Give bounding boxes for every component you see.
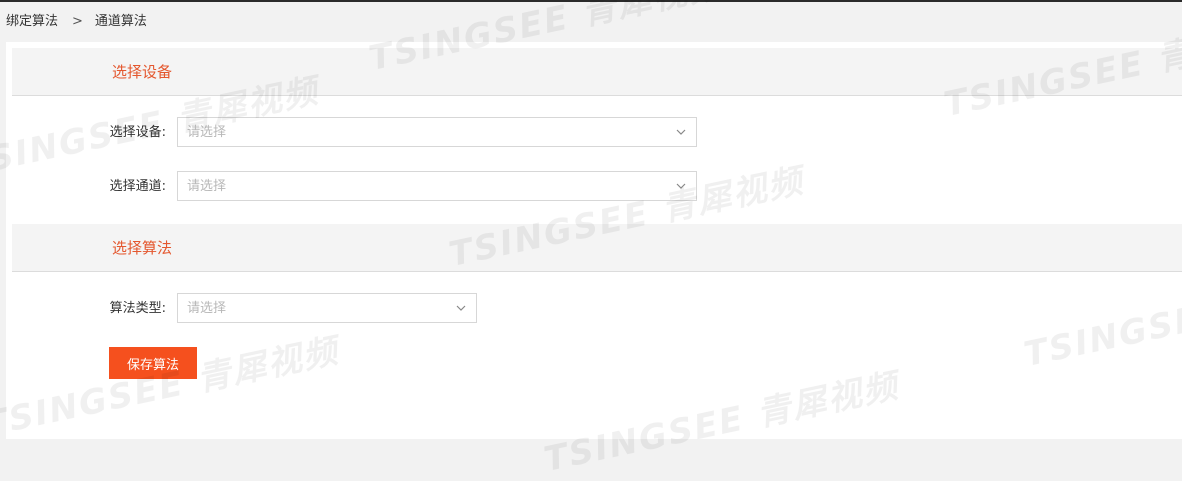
section-algorithm-title: 选择算法: [112, 239, 173, 257]
device-select-placeholder: 请选择: [187, 125, 227, 140]
device-label: 选择设备:: [109, 125, 166, 140]
top-border: [0, 0, 1182, 2]
section-device-header: 选择设备: [12, 48, 1182, 96]
chevron-down-icon: [676, 129, 686, 135]
device-select[interactable]: 请选择: [177, 117, 697, 147]
channel-row: 选择通道: 请选择: [6, 171, 706, 203]
section-device-title: 选择设备: [112, 63, 173, 81]
chevron-down-icon: [676, 183, 686, 189]
algo-type-select-placeholder: 请选择: [187, 301, 227, 316]
breadcrumb-parent[interactable]: 绑定算法: [6, 14, 58, 29]
form-panel: 选择设备 选择设备: 请选择 选择通道: 请选择 选择算法 算法类型: 请选择 …: [6, 42, 1182, 439]
channel-select[interactable]: 请选择: [177, 171, 697, 201]
breadcrumb-separator: >: [72, 14, 83, 29]
algo-type-label: 算法类型:: [109, 301, 166, 316]
algo-type-row: 算法类型: 请选择: [6, 293, 706, 325]
section-algorithm-header: 选择算法: [12, 224, 1182, 272]
save-algorithm-button[interactable]: 保存算法: [109, 347, 197, 379]
algo-type-select[interactable]: 请选择: [177, 293, 477, 323]
channel-select-placeholder: 请选择: [187, 179, 227, 194]
breadcrumb: 绑定算法 > 通道算法: [6, 13, 147, 31]
chevron-down-icon: [456, 305, 466, 311]
channel-label: 选择通道:: [109, 179, 166, 194]
breadcrumb-current: 通道算法: [94, 14, 147, 29]
device-row: 选择设备: 请选择: [6, 117, 706, 149]
